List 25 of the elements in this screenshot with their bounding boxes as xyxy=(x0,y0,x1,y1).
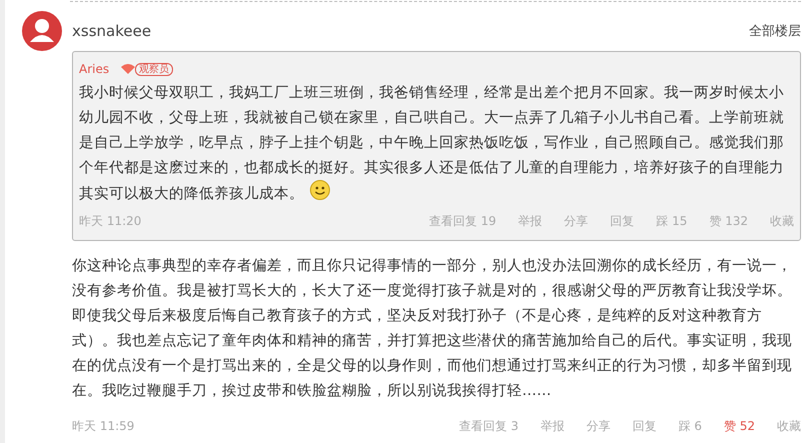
action-link[interactable]: 查看回复 3 xyxy=(459,418,518,434)
role-badge: 观察员 xyxy=(135,62,174,76)
smiley-icon xyxy=(310,180,330,200)
action-link[interactable]: 收藏 xyxy=(777,418,801,434)
action-link[interactable]: 踩 15 xyxy=(656,212,688,230)
timestamp: 昨天 11:20 xyxy=(79,212,142,230)
action-link[interactable]: 分享 xyxy=(564,212,588,230)
avatar-icon xyxy=(22,11,62,51)
action-link[interactable]: 分享 xyxy=(586,418,610,434)
action-link[interactable]: 赞 132 xyxy=(709,212,748,230)
username: xssnakeee xyxy=(72,22,152,40)
action-link[interactable]: 回复 xyxy=(632,418,656,434)
action-link[interactable]: 踩 6 xyxy=(678,418,702,434)
action-link[interactable]: 查看回复 19 xyxy=(429,212,496,230)
action-link[interactable]: 收藏 xyxy=(770,212,794,230)
action-link[interactable]: 回复 xyxy=(610,212,634,230)
fan-icon xyxy=(121,63,136,75)
timestamp: 昨天 11:59 xyxy=(72,418,136,434)
reply-text: 你这种论点事典型的幸存者偏差，而且你只记得事情的一部分，别人也没办法回溯你的成长经历，有一说一，没有参考价值。我是被打骂长大的，长大了还一度觉得打孩子就是对的，很感谢父母的严厉教育让我没学坏。即使我父母后来极度后悔自己教育孩子的方式，坚决反对我打孙子（不是心疼，是纯粹的反对这种教育方式）。我也差点忘记了童年肉体和精神的痛苦，并打算把这些潜伏的痛苦施加给自己的后代。事实证明，我现在的优点没有一个是打骂出来的，全是父母的以身作则，而他们想通过打骂来纠正的行为习惯，却多半留到现在。我吃过鞭腿手刀，挨过皮带和铁脸盆糊脸，所以别说我挨得打轻…… xyxy=(72,256,793,401)
action-link[interactable]: 举报 xyxy=(540,418,564,434)
action-link[interactable]: 赞 52 xyxy=(724,418,755,434)
all-floors-link[interactable]: 全部楼层 xyxy=(749,22,801,40)
quote-author[interactable]: Aries xyxy=(79,62,110,76)
quote-text: 我小时候父母双职工，我妈工厂上班三班倒，我爸销售经理，经常是出差个把月不回家。我一两岁时候太小幼儿园不收，父母上班，我就被自己锁在家里，自己哄自己。大一点弄了几箱子小儿书自己看。上学前班就是自己上学放学，吃早点，脖子上挂个钥匙，中午晚上回家热饭吃饭，写作业，自己照顾自己。感觉我们那个年代都是这麽过来的，也都成长的挺好。其实很多人还是低估了儿童的自理能力，培养好孩子的自理能力其实可以极大的降低养孩儿成本。 xyxy=(79,83,785,204)
action-link[interactable]: 举报 xyxy=(518,212,542,230)
